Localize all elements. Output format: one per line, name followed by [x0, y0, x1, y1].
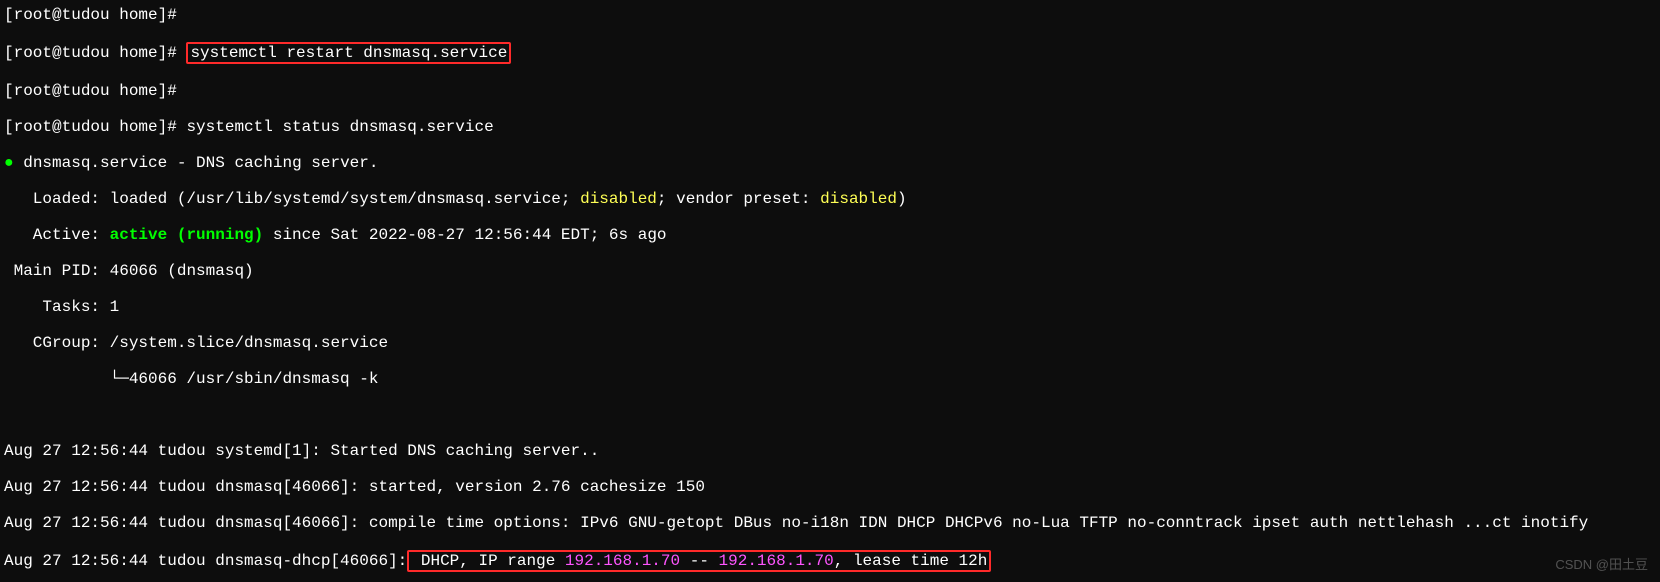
prompt-line: [root@tudou home]#	[4, 6, 1656, 24]
status-tasks: Tasks: 1	[4, 298, 1656, 316]
cmd-restart-line: [root@tudou home]# systemctl restart dns…	[4, 42, 1656, 64]
log-dhcp-line: Aug 27 12:56:44 tudou dnsmasq-dhcp[46066…	[4, 550, 1656, 572]
prompt-line: [root@tudou home]#	[4, 82, 1656, 100]
log-line: Aug 27 12:56:44 tudou dnsmasq[46066]: co…	[4, 514, 1656, 532]
active-dot-icon: ●	[4, 154, 14, 172]
blank-line	[4, 406, 1656, 424]
status-header: ● dnsmasq.service - DNS caching server.	[4, 154, 1656, 172]
cmd-status-line: [root@tudou home]# systemctl status dnsm…	[4, 118, 1656, 136]
status-cgroup-child: └─46066 /usr/sbin/dnsmasq -k	[4, 370, 1656, 388]
terminal-output[interactable]: [root@tudou home]# [root@tudou home]# sy…	[0, 0, 1660, 582]
status-active: Active: active (running) since Sat 2022-…	[4, 226, 1656, 244]
status-loaded: Loaded: loaded (/usr/lib/systemd/system/…	[4, 190, 1656, 208]
status-cgroup: CGroup: /system.slice/dnsmasq.service	[4, 334, 1656, 352]
log-line: Aug 27 12:56:44 tudou dnsmasq[46066]: st…	[4, 478, 1656, 496]
watermark: CSDN @田土豆	[1555, 556, 1648, 574]
status-mainpid: Main PID: 46066 (dnsmasq)	[4, 262, 1656, 280]
highlighted-dhcp-range: DHCP, IP range 192.168.1.70 -- 192.168.1…	[407, 550, 991, 572]
highlighted-command: systemctl restart dnsmasq.service	[186, 42, 511, 64]
log-line: Aug 27 12:56:44 tudou systemd[1]: Starte…	[4, 442, 1656, 460]
